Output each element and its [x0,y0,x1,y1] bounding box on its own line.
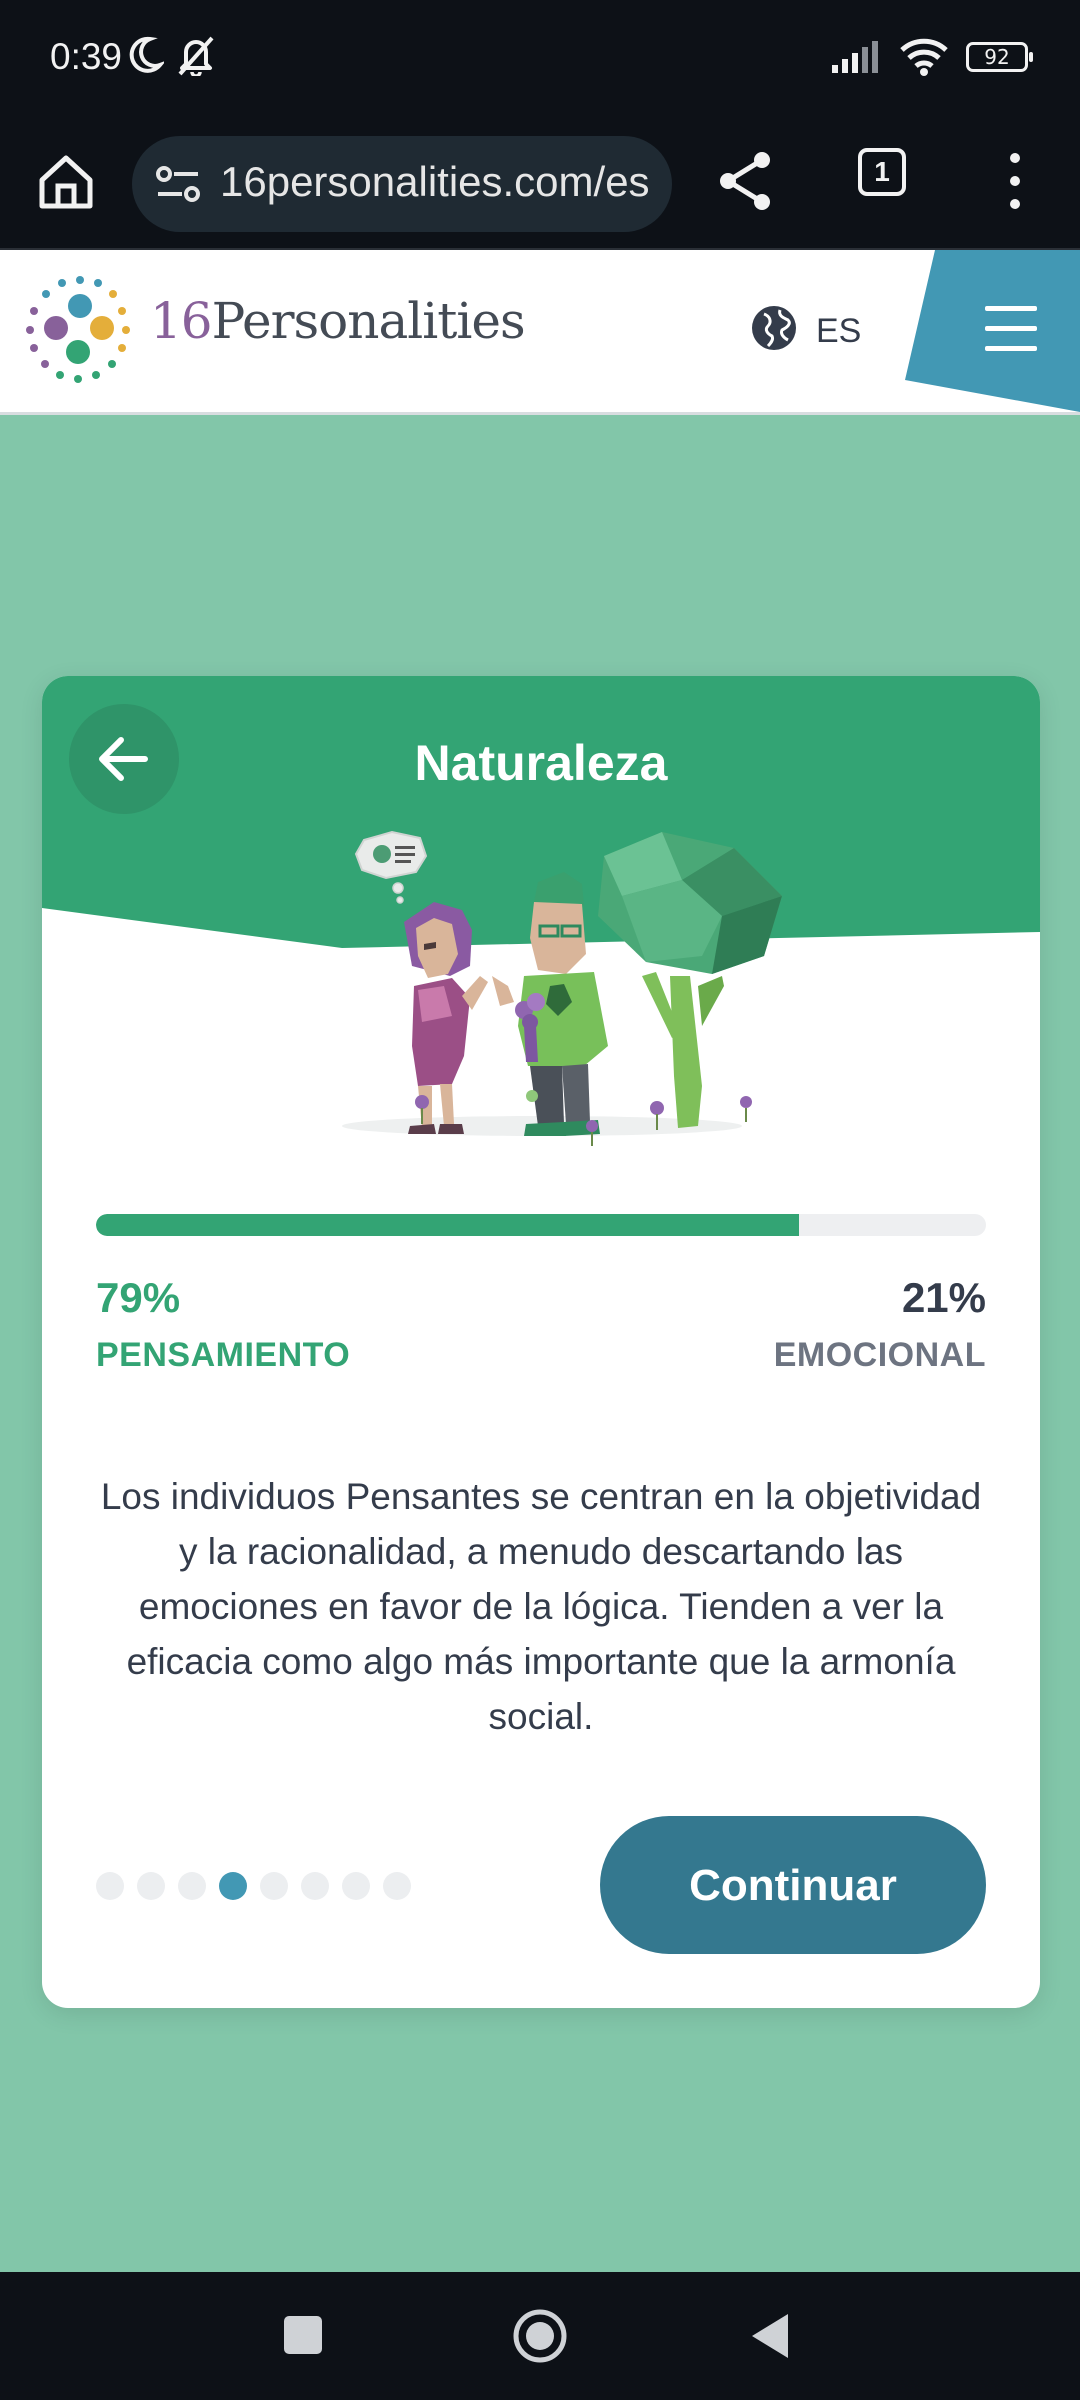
moon-icon [129,36,164,73]
tab-switcher-button[interactable]: 1 [858,148,906,196]
globe-icon[interactable] [750,304,798,352]
man-figure [492,872,608,1136]
page-dot [301,1872,329,1900]
recent-apps-button[interactable] [284,2316,322,2354]
logo-number: 16 [150,292,213,350]
logo-wordmark[interactable]: 16Personalities [150,292,526,350]
tree-illustration [598,832,782,1128]
left-trait-percent: 79% [96,1274,181,1321]
wifi-icon [900,38,948,76]
back-triangle-icon[interactable] [750,2312,790,2360]
page-dot [383,1872,411,1900]
page-dot [96,1872,124,1900]
signal-icon [832,41,878,73]
trait-progress-fill [96,1214,800,1236]
illustration [342,830,782,1146]
status-time: 0:39 [50,36,123,77]
logo-word: Personalities [211,292,526,350]
more-options-icon[interactable] [1000,146,1030,216]
home-circle-icon[interactable] [512,2308,568,2364]
page-dot [260,1872,288,1900]
share-icon[interactable] [716,146,776,216]
test-result-card: Naturaleza 79% 21% PENSAMIENTO EMOCIONAL… [42,676,1040,2008]
left-trait-label: PENSAMIENTO [96,1336,351,1374]
menu-button[interactable] [905,250,1080,412]
bell-off-icon [178,36,214,76]
page-dot [219,1872,247,1900]
continue-button[interactable]: Continuar [600,1816,986,1954]
thought-bubble-icon [354,830,428,904]
browser-toolbar: 16personalities.com/es 1 [0,122,1080,250]
language-selector[interactable]: ES [816,312,861,351]
battery-icon: 92 [966,42,1033,72]
site-header: 16Personalities ES [0,250,1080,415]
url-bar[interactable]: 16personalities.com/es [132,136,672,232]
home-icon[interactable] [34,150,98,214]
trait-progress-bar [96,1214,986,1236]
card-title: Naturaleza [414,735,668,791]
status-bar: 0:39 92 [0,0,1080,122]
page-dot [137,1872,165,1900]
site-settings-icon[interactable] [154,164,202,204]
url-text[interactable]: 16personalities.com/es [220,158,660,206]
page-dot [178,1872,206,1900]
pagination-dots [96,1872,411,1900]
trait-description: Los individuos Pensantes se centran en l… [100,1476,982,1737]
logo-icon[interactable] [24,274,136,386]
right-trait-label: EMOCIONAL [773,1336,986,1374]
right-trait-percent: 21% [901,1274,986,1321]
page-dot [342,1872,370,1900]
system-nav-bar [0,2272,1080,2400]
